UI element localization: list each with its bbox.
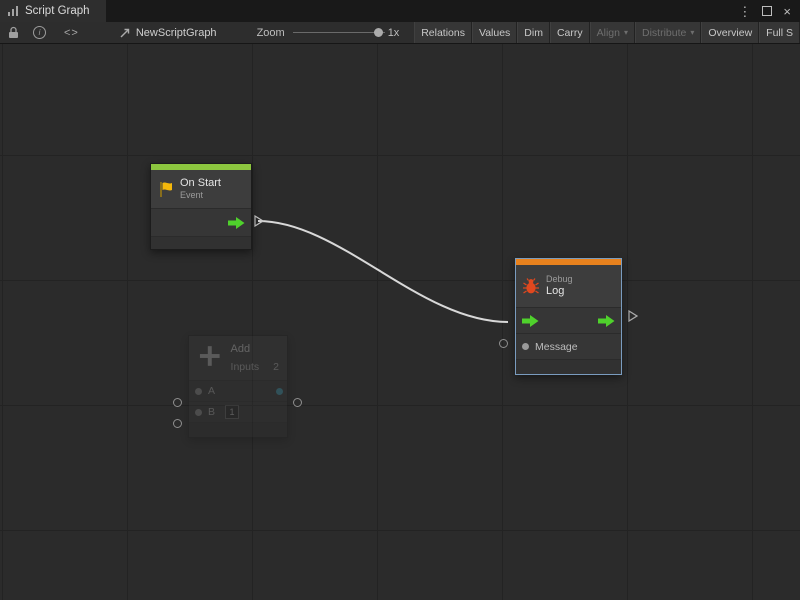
node-title: On Start: [180, 177, 221, 190]
port-label: A: [208, 385, 215, 397]
window-close-icon[interactable]: ×: [783, 5, 791, 18]
window-menu-icon[interactable]: ⋮: [738, 5, 751, 18]
dim-button[interactable]: Dim: [517, 22, 550, 43]
script-graph-window: Script Graph ⋮ × i <> NewScriptGraph Zoo: [0, 0, 800, 600]
tab-script-graph[interactable]: Script Graph: [0, 0, 106, 22]
node-title: Log: [546, 285, 573, 298]
titlebar: Script Graph ⋮ ×: [0, 0, 800, 22]
port-label: Message: [535, 341, 578, 353]
values-button[interactable]: Values: [472, 22, 517, 43]
wire-start-arrow-icon: [254, 215, 264, 227]
connection-wire: [0, 44, 800, 600]
debug-output-port-icon[interactable]: [628, 310, 638, 322]
debug-log-node[interactable]: Debug Log Message: [515, 258, 622, 375]
node-category: Debug: [546, 274, 573, 285]
node-subtitle: Event: [180, 190, 221, 201]
lock-icon[interactable]: [8, 26, 19, 39]
distribute-button[interactable]: Distribute ▾: [635, 22, 701, 43]
value-port-icon[interactable]: [522, 343, 529, 350]
node-footer: [151, 236, 251, 249]
graph-window-icon: [7, 5, 19, 17]
value-port-icon[interactable]: [195, 409, 202, 416]
bug-icon: [522, 277, 540, 295]
node-header: On Start Event: [151, 170, 251, 208]
control-output-port-icon[interactable]: [228, 217, 245, 229]
window-maximize-icon[interactable]: [762, 6, 772, 16]
graph-asset-icon: [119, 27, 131, 39]
flag-icon: [157, 181, 174, 198]
graph-name: NewScriptGraph: [136, 27, 217, 39]
port-a-row: A: [189, 380, 287, 401]
chevron-down-icon: ▾: [624, 29, 628, 37]
zoom-value: 1x: [388, 27, 400, 39]
toolbar-buttons: Relations Values Dim Carry Align ▾ Distr…: [414, 22, 800, 43]
info-icon[interactable]: i: [33, 26, 46, 39]
control-output-port-icon[interactable]: [598, 315, 615, 327]
zoom-slider[interactable]: [293, 26, 385, 39]
carry-button[interactable]: Carry: [550, 22, 590, 43]
message-port-row: Message: [516, 333, 621, 359]
node-footer: [516, 359, 621, 374]
value-port-icon[interactable]: [195, 388, 202, 395]
relations-button[interactable]: Relations: [414, 22, 472, 43]
message-port-connector[interactable]: [499, 339, 508, 348]
add-output-connector[interactable]: [293, 398, 302, 407]
overview-button[interactable]: Overview: [701, 22, 759, 43]
align-button[interactable]: Align ▾: [590, 22, 635, 43]
add-port-b-connector[interactable]: [173, 419, 182, 428]
node-title: Add: [231, 343, 279, 355]
add-node-dimmed[interactable]: Add Inputs 2 A B 1: [188, 335, 288, 438]
inputs-setting[interactable]: Inputs 2: [231, 361, 279, 373]
port-b-value-field[interactable]: 1: [225, 405, 239, 419]
zoom-label: Zoom: [257, 27, 285, 39]
zoom-slider-knob[interactable]: [374, 28, 383, 37]
control-flow-row: [516, 307, 621, 333]
node-header: Debug Log: [516, 265, 621, 307]
add-port-a-connector[interactable]: [173, 398, 182, 407]
fullscreen-button[interactable]: Full S: [759, 22, 800, 43]
window-controls: ⋮ ×: [738, 0, 800, 22]
on-start-node[interactable]: On Start Event: [150, 163, 252, 250]
graph-toolbar: i <> NewScriptGraph Zoom 1x Relations Va…: [0, 22, 800, 44]
graph-reference[interactable]: NewScriptGraph: [119, 27, 217, 39]
zoom-slider-track: [293, 32, 385, 33]
plus-icon: [197, 343, 223, 369]
control-input-port-icon[interactable]: [522, 315, 539, 327]
port-b-row: B 1: [189, 401, 287, 422]
tab-title: Script Graph: [25, 5, 90, 17]
port-label: B: [208, 406, 215, 418]
code-icon[interactable]: <>: [64, 27, 79, 39]
control-output-row: [151, 208, 251, 236]
graph-canvas[interactable]: On Start Event: [0, 44, 800, 600]
node-header: Add Inputs 2: [189, 336, 287, 380]
output-port-icon[interactable]: [276, 388, 283, 395]
node-footer: [189, 422, 287, 437]
chevron-down-icon: ▾: [690, 29, 694, 37]
